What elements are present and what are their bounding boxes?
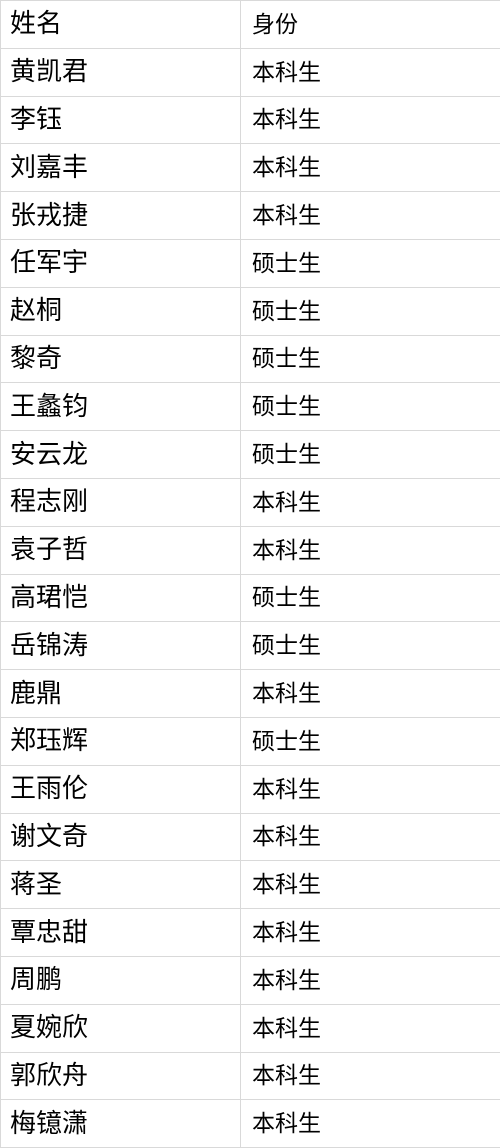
cell-identity: 硕士生	[240, 621, 500, 671]
table-row: 鹿鼎 本科生	[0, 669, 500, 718]
cell-name: 周鹏	[0, 955, 241, 1005]
table-row: 蒋圣 本科生	[0, 860, 500, 910]
cell-name: 蒋圣	[0, 860, 241, 910]
table-row: 郭欣舟 本科生	[0, 1051, 500, 1101]
cell-identity: 本科生	[240, 47, 500, 97]
table-row: 程志刚 本科生	[0, 477, 500, 527]
table-row: 张戎捷 本科生	[0, 191, 500, 240]
cell-name: 刘嘉丰	[0, 143, 241, 193]
cell-name: 袁子哲	[0, 525, 241, 575]
cell-name: 夏婉欣	[0, 1003, 241, 1053]
table-row: 李钰 本科生	[0, 95, 500, 145]
cell-name: 王雨伦	[0, 764, 241, 814]
roster-table: 姓名 身份 黄凯君 本科生 李钰 本科生 刘嘉丰 本科生 张戎捷 本科生 任军宇 硕士生 赵桐 硕士生…	[0, 0, 500, 1148]
cell-name: 黎奇	[0, 334, 241, 384]
table-row: 黄凯君 本科生	[0, 47, 500, 97]
cell-identity: 本科生	[240, 143, 500, 193]
cell-name: 任军宇	[0, 238, 241, 288]
table-row: 谢文奇 本科生	[0, 812, 500, 862]
cell-name: 王蠡钧	[0, 382, 241, 432]
cell-identity: 硕士生	[240, 716, 500, 766]
cell-identity: 硕士生	[240, 573, 500, 623]
cell-name: 张戎捷	[0, 191, 241, 240]
cell-identity: 本科生	[240, 955, 500, 1005]
cell-name: 郭欣舟	[0, 1051, 241, 1101]
cell-identity: 本科生	[240, 908, 500, 957]
cell-identity: 硕士生	[240, 286, 500, 336]
table-row: 王雨伦 本科生	[0, 764, 500, 814]
cell-identity: 本科生	[240, 1003, 500, 1053]
cell-name: 岳锦涛	[0, 621, 241, 671]
table-body: 黄凯君 本科生 李钰 本科生 刘嘉丰 本科生 张戎捷 本科生 任军宇 硕士生 赵桐 硕士生 黎奇 硕士生王…	[0, 47, 500, 1148]
cell-name: 赵桐	[0, 286, 241, 336]
table-row: 夏婉欣 本科生	[0, 1003, 500, 1053]
cell-identity: 硕士生	[240, 334, 500, 384]
table-row: 赵桐 硕士生	[0, 286, 500, 336]
table-row: 刘嘉丰 本科生	[0, 143, 500, 193]
cell-identity: 硕士生	[240, 430, 500, 479]
table-row: 任军宇 硕士生	[0, 238, 500, 288]
cell-name: 谢文奇	[0, 812, 241, 862]
cell-name: 高珺恺	[0, 573, 241, 623]
cell-identity: 硕士生	[240, 382, 500, 432]
table-row: 覃忠甜 本科生	[0, 908, 500, 957]
cell-identity: 本科生	[240, 764, 500, 814]
table-row: 岳锦涛 硕士生	[0, 621, 500, 671]
cell-identity: 本科生	[240, 1099, 500, 1148]
table-row: 梅镱潇 本科生	[0, 1099, 500, 1148]
cell-identity: 本科生	[240, 191, 500, 240]
table-header: 姓名 身份	[0, 0, 500, 49]
table-row: 安云龙 硕士生	[0, 430, 500, 479]
cell-name: 覃忠甜	[0, 908, 241, 957]
cell-identity: 本科生	[240, 669, 500, 718]
cell-name: 安云龙	[0, 430, 241, 479]
cell-name: 郑珏辉	[0, 716, 241, 766]
cell-identity: 本科生	[240, 477, 500, 527]
cell-name: 程志刚	[0, 477, 241, 527]
table-header-row: 姓名 身份	[0, 0, 500, 49]
cell-name: 李钰	[0, 95, 241, 145]
cell-identity: 硕士生	[240, 238, 500, 288]
cell-identity: 本科生	[240, 95, 500, 145]
table-row: 袁子哲 本科生	[0, 525, 500, 575]
table-row: 黎奇 硕士生	[0, 334, 500, 384]
table-row: 郑珏辉 硕士生	[0, 716, 500, 766]
cell-identity: 本科生	[240, 525, 500, 575]
table-row: 周鹏 本科生	[0, 955, 500, 1005]
cell-name: 鹿鼎	[0, 669, 241, 718]
cell-identity: 本科生	[240, 812, 500, 862]
column-header-identity: 身份	[240, 0, 500, 49]
table-row: 王蠡钧 硕士生	[0, 382, 500, 432]
table-row: 高珺恺 硕士生	[0, 573, 500, 623]
cell-name: 梅镱潇	[0, 1099, 241, 1148]
cell-name: 黄凯君	[0, 47, 241, 97]
column-header-name: 姓名	[0, 0, 241, 49]
cell-identity: 本科生	[240, 860, 500, 910]
cell-identity: 本科生	[240, 1051, 500, 1101]
